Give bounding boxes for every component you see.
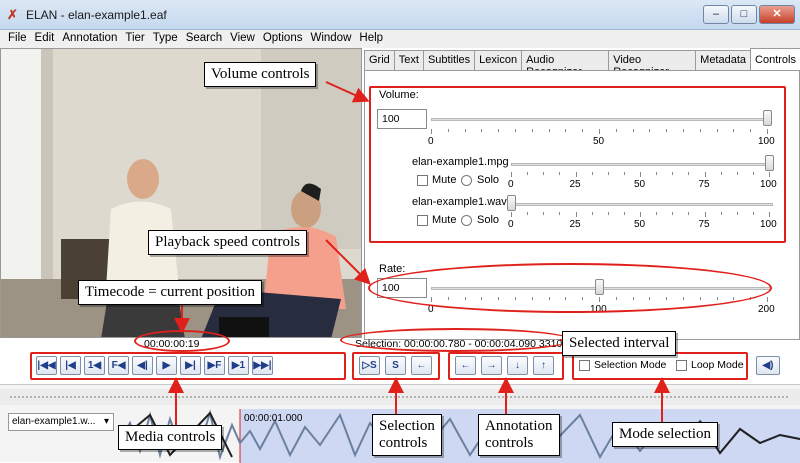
tier-selector[interactable]: elan-example1.w... ▾ bbox=[8, 413, 114, 431]
menu-type[interactable]: Type bbox=[149, 30, 182, 48]
selection-highlight-ellipse bbox=[340, 328, 572, 352]
tab-lexicon[interactable]: Lexicon bbox=[474, 50, 523, 70]
annotation-controls-highlight-box bbox=[448, 352, 564, 380]
menu-view[interactable]: View bbox=[226, 30, 259, 48]
tab-subtitles[interactable]: Subtitles bbox=[422, 50, 476, 70]
slider-tick-label: 200 bbox=[758, 304, 775, 315]
tab-bar: Grid Text Subtitles Lexicon Audio Recogn… bbox=[364, 48, 800, 78]
callout-mode-selection: Mode selection bbox=[612, 422, 719, 447]
menu-file[interactable]: File bbox=[4, 30, 31, 48]
timeline-time-label: 00:00:01.000 bbox=[244, 413, 303, 424]
rate-highlight-ellipse bbox=[368, 263, 772, 313]
elan-x-icon: ✗ bbox=[7, 7, 18, 22]
menu-window[interactable]: Window bbox=[306, 30, 355, 48]
menu-tier[interactable]: Tier bbox=[121, 30, 148, 48]
tab-grid[interactable]: Grid bbox=[364, 50, 395, 70]
menu-annotation[interactable]: Annotation bbox=[58, 30, 121, 48]
mode-selection-highlight-box bbox=[572, 352, 748, 380]
timecode-highlight-ellipse bbox=[134, 330, 230, 352]
callout-selected-interval: Selected interval bbox=[562, 331, 677, 356]
menu-options[interactable]: Options bbox=[259, 30, 307, 48]
tab-text[interactable]: Text bbox=[393, 50, 424, 70]
media-controls-highlight-box bbox=[30, 352, 346, 380]
callout-volume-controls: Volume controls bbox=[204, 62, 317, 87]
window-title: ELAN - elan-example1.eaf bbox=[26, 8, 167, 22]
callout-annotation-controls: Annotation controls bbox=[478, 414, 560, 456]
tab-video-recognizer[interactable]: Video Recognizer bbox=[608, 50, 697, 78]
callout-media-controls: Media controls bbox=[118, 425, 223, 450]
tab-audio-recognizer[interactable]: Audio Recognizer bbox=[521, 50, 610, 78]
speaker-icon[interactable]: ◀) bbox=[756, 356, 780, 375]
selection-controls-highlight-box bbox=[352, 352, 440, 380]
volume-highlight-box bbox=[369, 86, 786, 243]
slider-tick bbox=[767, 297, 768, 302]
close-button[interactable]: ✕ bbox=[759, 5, 795, 24]
tier-name: elan-example1.w... bbox=[12, 416, 96, 427]
maximize-button[interactable]: □ bbox=[731, 5, 757, 24]
menu-edit[interactable]: Edit bbox=[31, 30, 59, 48]
callout-selection-controls: Selection controls bbox=[372, 414, 442, 456]
menu-bar: File Edit Annotation Tier Type Search Vi… bbox=[0, 30, 800, 48]
chevron-down-icon: ▾ bbox=[103, 416, 109, 427]
callout-timecode: Timecode = current position bbox=[78, 280, 262, 305]
minimize-button[interactable]: – bbox=[703, 5, 729, 24]
tab-controls[interactable]: Controls bbox=[750, 48, 800, 70]
title-bar: ✗ ELAN - elan-example1.eaf – □ ✕ bbox=[0, 0, 800, 30]
menu-help[interactable]: Help bbox=[355, 30, 387, 48]
callout-playback-speed: Playback speed controls bbox=[148, 230, 307, 255]
menu-search[interactable]: Search bbox=[182, 30, 226, 48]
tab-metadata[interactable]: Metadata bbox=[695, 50, 752, 70]
